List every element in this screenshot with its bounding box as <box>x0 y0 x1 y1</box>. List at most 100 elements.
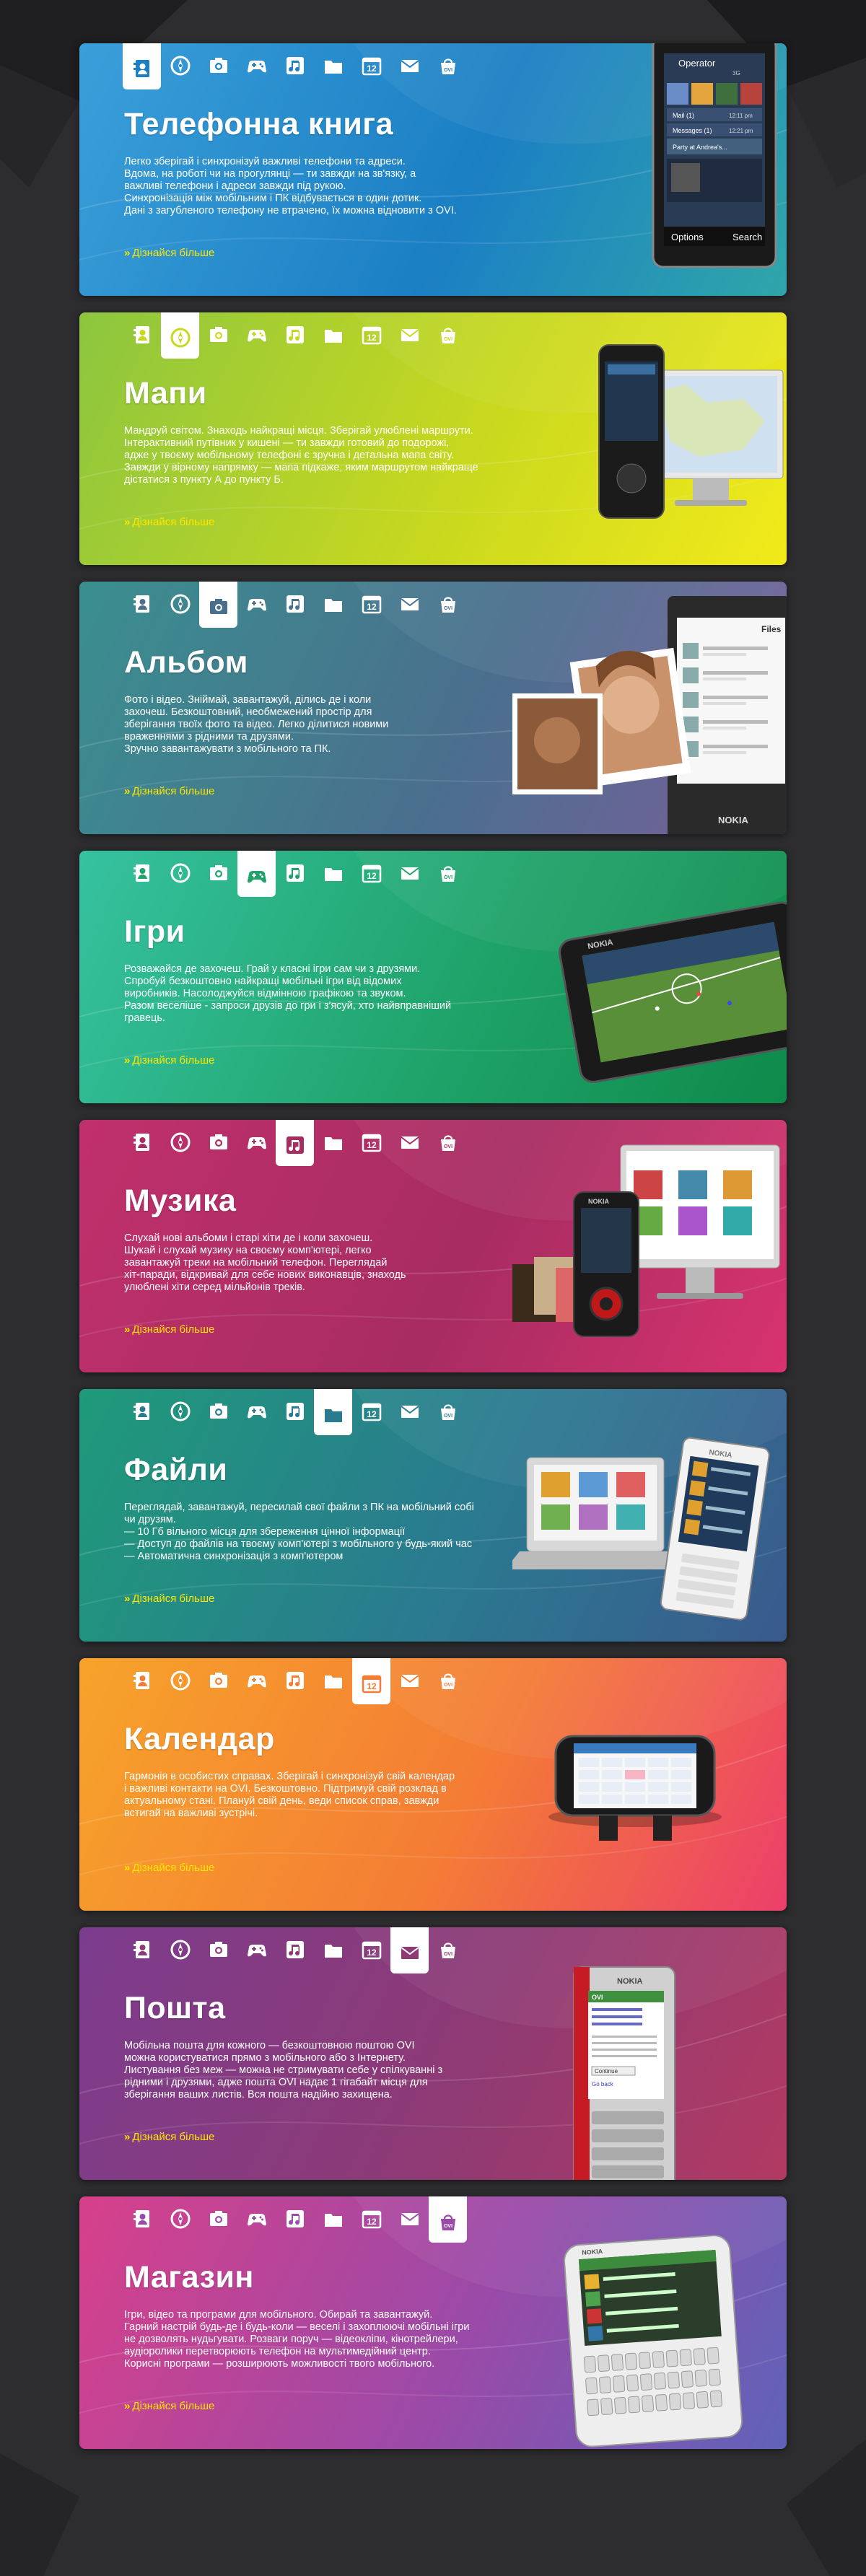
tab-store[interactable]: OVI <box>429 1124 467 1160</box>
tab-maps[interactable] <box>161 1662 199 1699</box>
tab-photos[interactable] <box>199 317 237 353</box>
tab-mail[interactable] <box>390 855 429 891</box>
learn-more-link[interactable]: » Дізнайся більше <box>124 2131 214 2143</box>
tab-photos[interactable] <box>199 2201 237 2237</box>
tab-photos[interactable] <box>199 582 237 628</box>
tab-calendar[interactable]: 12 <box>352 1658 390 1704</box>
tab-games[interactable] <box>237 317 276 353</box>
tab-mail[interactable] <box>390 586 429 622</box>
tab-contacts[interactable] <box>123 2201 161 2237</box>
tab-contacts[interactable] <box>123 1393 161 1429</box>
tab-calendar[interactable]: 12 <box>352 2201 390 2237</box>
tab-store[interactable]: OVI <box>429 1393 467 1429</box>
tab-files[interactable] <box>314 317 352 353</box>
tab-games[interactable] <box>237 586 276 622</box>
tab-files[interactable] <box>314 1662 352 1699</box>
tab-mail[interactable] <box>390 1393 429 1429</box>
tab-music[interactable] <box>276 855 314 891</box>
svg-text:12: 12 <box>367 1948 377 1958</box>
music-note-icon <box>286 326 304 343</box>
tab-maps[interactable] <box>161 855 199 891</box>
tab-store[interactable]: OVI <box>429 1662 467 1699</box>
tab-contacts[interactable] <box>123 1124 161 1160</box>
tab-store[interactable]: OVI <box>429 2196 467 2243</box>
tab-photos[interactable] <box>199 1124 237 1160</box>
tab-contacts[interactable] <box>123 317 161 353</box>
tab-maps[interactable] <box>161 48 199 84</box>
tab-music[interactable] <box>276 1932 314 1968</box>
photos-camera-icon <box>209 327 227 342</box>
tab-files[interactable] <box>314 2201 352 2237</box>
device-illustration-music: NOKIA <box>512 1120 787 1372</box>
tab-files[interactable] <box>314 855 352 891</box>
tab-games[interactable] <box>237 1932 276 1968</box>
tab-store[interactable]: OVI <box>429 1932 467 1968</box>
tab-games[interactable] <box>237 851 276 897</box>
tab-store[interactable]: OVI <box>429 855 467 891</box>
tab-games[interactable] <box>237 2201 276 2237</box>
tab-maps[interactable] <box>161 1124 199 1160</box>
tab-photos[interactable] <box>199 48 237 84</box>
tab-games[interactable] <box>237 1393 276 1429</box>
tab-calendar[interactable]: 12 <box>352 1393 390 1429</box>
tab-games[interactable] <box>237 48 276 84</box>
tab-music[interactable] <box>276 586 314 622</box>
maps-compass-icon <box>170 1132 190 1152</box>
tab-calendar[interactable]: 12 <box>352 1124 390 1160</box>
tab-mail[interactable] <box>390 48 429 84</box>
learn-more-link[interactable]: » Дізнайся більше <box>124 1323 214 1336</box>
tab-music[interactable] <box>276 1662 314 1699</box>
tab-mail[interactable] <box>390 2201 429 2237</box>
learn-more-link[interactable]: » Дізнайся більше <box>124 516 214 528</box>
tab-music[interactable] <box>276 1393 314 1429</box>
description-line: Мобільна пошта для кожного — безкоштовно… <box>124 2040 415 2051</box>
tab-contacts[interactable] <box>123 43 161 89</box>
tab-maps[interactable] <box>161 586 199 622</box>
tab-maps[interactable] <box>161 1932 199 1968</box>
tab-calendar[interactable]: 12 <box>352 317 390 353</box>
tab-music[interactable] <box>276 1120 314 1166</box>
tab-photos[interactable] <box>199 1932 237 1968</box>
tab-maps[interactable] <box>161 312 199 359</box>
tab-files[interactable] <box>314 48 352 84</box>
tab-store[interactable]: OVI <box>429 586 467 622</box>
tab-files[interactable] <box>314 586 352 622</box>
tab-contacts[interactable] <box>123 586 161 622</box>
games-controller-icon <box>247 330 266 342</box>
tab-store[interactable]: OVI <box>429 48 467 84</box>
tab-files[interactable] <box>314 1932 352 1968</box>
device-illustration-photos: Files NOKIA <box>512 582 787 834</box>
tab-contacts[interactable] <box>123 1662 161 1699</box>
tab-music[interactable] <box>276 317 314 353</box>
description-line: дістатися з пункту А до пункту Б. <box>124 474 284 486</box>
tab-photos[interactable] <box>199 1393 237 1429</box>
tab-contacts[interactable] <box>123 1932 161 1968</box>
tab-games[interactable] <box>237 1662 276 1699</box>
learn-more-link[interactable]: » Дізнайся більше <box>124 2400 214 2412</box>
tab-calendar[interactable]: 12 <box>352 1932 390 1968</box>
tab-contacts[interactable] <box>123 855 161 891</box>
tab-calendar[interactable]: 12 <box>352 586 390 622</box>
learn-more-link[interactable]: » Дізнайся більше <box>124 785 214 797</box>
tab-mail[interactable] <box>390 317 429 353</box>
tab-store[interactable]: OVI <box>429 317 467 353</box>
tab-photos[interactable] <box>199 855 237 891</box>
tab-mail[interactable] <box>390 1927 429 1973</box>
learn-more-link[interactable]: » Дізнайся більше <box>124 1054 214 1066</box>
tab-maps[interactable] <box>161 2201 199 2237</box>
tab-files[interactable] <box>314 1124 352 1160</box>
learn-more-link[interactable]: » Дізнайся більше <box>124 1862 214 1874</box>
learn-more-link[interactable]: » Дізнайся більше <box>124 247 214 259</box>
tab-mail[interactable] <box>390 1124 429 1160</box>
tab-maps[interactable] <box>161 1393 199 1429</box>
tab-games[interactable] <box>237 1124 276 1160</box>
tab-files[interactable] <box>314 1389 352 1435</box>
tab-music[interactable] <box>276 48 314 84</box>
tab-calendar[interactable]: 12 <box>352 855 390 891</box>
learn-more-link[interactable]: » Дізнайся більше <box>124 1593 214 1605</box>
tab-calendar[interactable]: 12 <box>352 48 390 84</box>
tab-photos[interactable] <box>199 1662 237 1699</box>
tab-music[interactable] <box>276 2201 314 2237</box>
photos-camera-icon <box>209 2211 227 2226</box>
tab-mail[interactable] <box>390 1662 429 1699</box>
